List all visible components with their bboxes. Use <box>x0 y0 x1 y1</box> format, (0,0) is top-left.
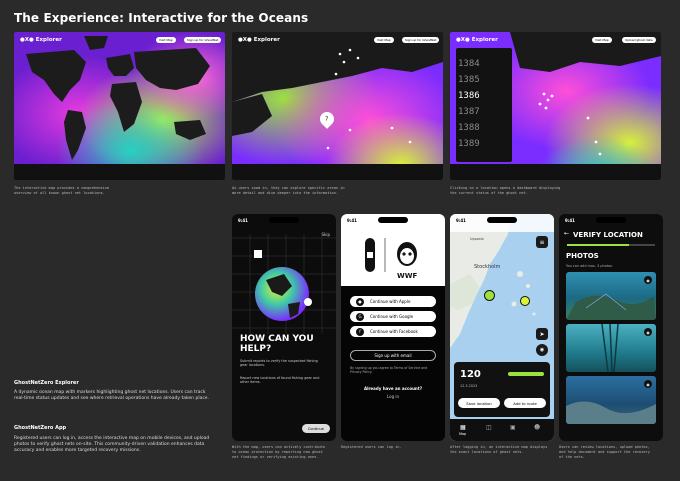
nav-map-label: Map <box>459 432 467 436</box>
filter-icon[interactable]: ≡ <box>536 236 548 248</box>
phone-notch <box>269 217 299 223</box>
page-title: The Experience: Interactive for the Ocea… <box>14 11 309 25</box>
caption-web-2: As users zoom in, they can explore speci… <box>232 186 345 195</box>
year-row[interactable]: 1387 <box>458 106 506 118</box>
caption-phone-2: Registered users can log in. <box>341 445 402 449</box>
upload-button[interactable]: Upload ghost data <box>622 37 656 43</box>
google-icon: G <box>356 312 364 321</box>
login-link[interactable]: Log in <box>341 394 445 399</box>
add-to-route-button[interactable]: Add to route <box>504 398 546 408</box>
phone-map: 9:41 Uppsala Stockholm ≡ ➤ ◉ 120 12.3.20… <box>450 214 554 441</box>
nav-profile-icon[interactable]: ☻ <box>534 424 540 431</box>
year-row[interactable]: 1388 <box>458 122 506 134</box>
year-row-selected[interactable]: 1386 <box>458 90 506 102</box>
apple-login-button[interactable]: ● Continue with Apple <box>350 296 436 307</box>
phone-onboarding: 9:41 Skip HOW CAN YOU HELP? Submit repor… <box>232 214 336 441</box>
email-signup-button[interactable]: Sign up with email <box>350 350 436 361</box>
uploaded-photo[interactable]: ◉ <box>566 324 656 372</box>
caption-web-3: Clicking on a location opens a dashboard… <box>450 186 561 195</box>
ocean-heatmap-world <box>14 32 225 180</box>
onboarding-text-2: Report new locations of found fishing ge… <box>240 376 320 385</box>
google-login-button[interactable]: G Continue with Google <box>350 311 436 322</box>
progress-steps <box>567 244 655 246</box>
onboarding-heading: HOW CAN YOU HELP? <box>240 334 314 354</box>
status-time: 9:41 <box>565 218 575 223</box>
ocean-heatmap-zoom <box>232 32 443 180</box>
caption-web-1: The interactive map provides a comprehen… <box>14 186 110 195</box>
uploaded-photo[interactable]: ◉ <box>566 376 656 424</box>
visit-map-button[interactable]: Visit Map <box>592 37 612 43</box>
explorer-world-map-screenshot: ●X● Explorer Visit Map Sign up for Ghost… <box>14 32 225 180</box>
layers-icon[interactable]: ◉ <box>536 344 548 356</box>
phone-notch <box>487 217 517 223</box>
verify-heading: VERIFY LOCATION <box>573 231 643 239</box>
explorer-heading: GhostNetZero Explorer <box>14 380 79 386</box>
back-arrow-icon[interactable]: ← <box>564 230 569 237</box>
phone-login: 9:41 WWF ● Continue with Apple G Continue … <box>341 214 445 441</box>
year-row[interactable]: 1389 <box>458 138 506 150</box>
wwf-logo-text: WWF <box>397 272 418 280</box>
city-label-uppsala: Uppsala <box>470 237 484 241</box>
visit-map-button[interactable]: Visit Map <box>374 37 394 43</box>
nav-reports-icon[interactable]: ▣ <box>510 424 516 431</box>
year-row[interactable]: 1385 <box>458 74 506 86</box>
camera-icon[interactable]: ◉ <box>644 276 652 284</box>
camera-icon[interactable]: ◉ <box>644 328 652 336</box>
explorer-logo: ●X● Explorer <box>456 37 498 43</box>
camera-icon[interactable]: ◉ <box>644 380 652 388</box>
continue-button[interactable]: Continue <box>301 424 330 433</box>
skip-link[interactable]: Skip <box>321 232 330 237</box>
photos-heading: PHOTOS <box>566 252 599 260</box>
app-heading: GhostNetZero App <box>14 425 67 431</box>
caption-phone-3: After logging in, an interactive map dis… <box>450 445 548 454</box>
uploaded-photo[interactable]: ◉ <box>566 272 656 320</box>
app-description: Registered users can log in, access the … <box>14 436 210 453</box>
explorer-logo: ●X● Explorer <box>20 37 62 43</box>
ghostnet-marker[interactable] <box>484 290 495 301</box>
facebook-login-button[interactable]: f Continue with Facebook <box>350 326 436 337</box>
terms-text: By signing up you agree to Terms of Serv… <box>350 366 428 375</box>
have-account-text: Already have an account? <box>363 386 423 391</box>
explorer-description: A dynamic ocean map with markers highlig… <box>14 390 209 401</box>
grid-background <box>232 234 336 334</box>
ghostnet-count: 120 <box>460 369 481 380</box>
explorer-zoom-screenshot: ●X● Explorer Visit Map Sign up for Ghost… <box>232 32 443 180</box>
visit-map-button[interactable]: Visit Map <box>156 37 176 43</box>
brand-logos <box>365 238 417 272</box>
nav-saved-icon[interactable]: ◫ <box>486 424 492 431</box>
save-location-button[interactable]: Save location <box>458 398 500 408</box>
nav-map-icon[interactable]: ▦ <box>460 424 466 431</box>
facebook-icon: f <box>356 327 364 336</box>
apple-icon: ● <box>356 297 364 306</box>
phone-verify: 9:41 ← VERIFY LOCATION PHOTOS You can ad… <box>559 214 663 441</box>
signup-button[interactable]: Sign up for GhostNet <box>402 37 440 43</box>
year-row[interactable]: 1384 <box>458 58 506 70</box>
progress-fill <box>567 244 629 246</box>
explorer-dashboard-screenshot: 1384 1385 1386 1387 1388 1389 ●X● Explor… <box>450 32 661 180</box>
explorer-logo: ●X● Explorer <box>238 37 280 43</box>
status-time: 9:41 <box>456 218 466 223</box>
caption-phone-1: With the map, users can actively contrib… <box>232 445 326 459</box>
status-bar-indicator <box>508 372 544 376</box>
ghostnet-marker[interactable] <box>520 296 530 306</box>
status-time: 9:41 <box>238 218 248 223</box>
phone-notch <box>596 217 626 223</box>
photos-subtext: You can add max. 3 photos. <box>566 264 613 268</box>
location-arrow-icon[interactable]: ➤ <box>536 328 548 340</box>
onboarding-text-1: Submit reports to verify the suspected f… <box>240 359 318 368</box>
city-label-stockholm: Stockholm <box>474 264 501 270</box>
report-date: 12.3.2023 <box>460 384 478 388</box>
signup-button[interactable]: Sign up for GhostNet <box>184 37 222 43</box>
caption-phone-4: Users can review locations, upload photo… <box>559 445 650 459</box>
